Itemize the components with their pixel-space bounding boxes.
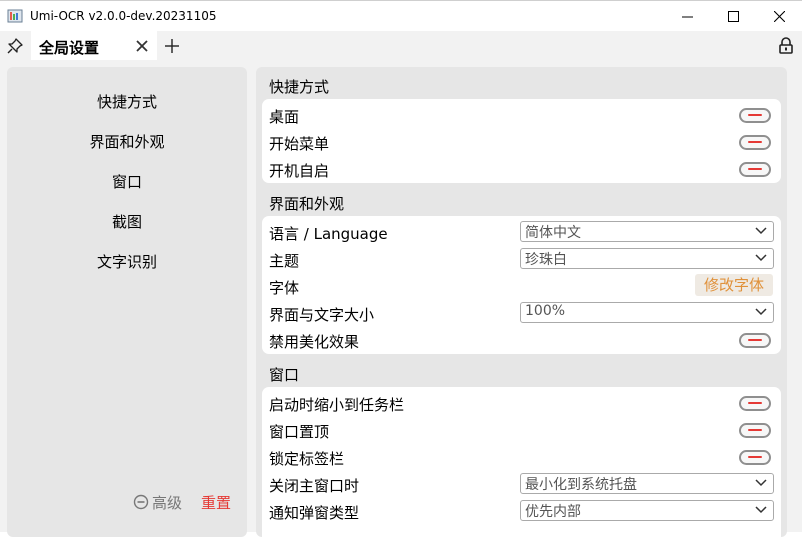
sidebar-item-window[interactable]: 窗口 [7, 167, 247, 197]
maximize-button[interactable] [710, 1, 756, 32]
tab-label: 全局设置 [39, 39, 100, 57]
pin-icon[interactable] [7, 38, 23, 54]
change-font-button[interactable]: 修改字体 [695, 274, 773, 296]
popup-type-select[interactable]: 优先内部 [520, 500, 774, 521]
minus-circle-icon [133, 494, 149, 510]
select-value: 简体中文 [525, 225, 581, 241]
tab-bar: 全局设置 [0, 31, 802, 60]
disable-effects-switch[interactable] [739, 333, 771, 348]
sidebar-item-shortcuts[interactable]: 快捷方式 [7, 87, 247, 117]
setting-row-close-action: 关闭主窗口时 最小化到系统托盘 [269, 471, 775, 497]
app-icon [7, 9, 23, 23]
setting-label: 禁用美化效果 [269, 333, 360, 351]
setting-label: 字体 [269, 279, 300, 297]
language-select[interactable]: 简体中文 [520, 221, 774, 242]
add-tab-icon[interactable] [164, 38, 180, 54]
setting-row-language: 语言 / Language 简体中文 [269, 219, 775, 245]
setting-label: 窗口置顶 [269, 423, 330, 441]
close-icon [773, 11, 785, 22]
close-action-select[interactable]: 最小化到系统托盘 [520, 473, 774, 494]
maximize-icon [727, 11, 739, 22]
setting-label: 语言 / Language [269, 225, 388, 243]
setting-label: 桌面 [269, 108, 300, 126]
settings-panel: 快捷方式 桌面 开始菜单 开机自启 界面和外观 语言 / Language 简体… [256, 67, 787, 537]
setting-row-effects: 禁用美化效果 [269, 327, 775, 353]
group-title-shortcuts: 快捷方式 [269, 78, 330, 96]
chevron-down-icon [755, 254, 767, 262]
setting-row-topmost: 窗口置顶 [269, 417, 775, 443]
reset-button[interactable]: 重置 [201, 492, 231, 513]
chevron-down-icon [755, 227, 767, 235]
minimize-on-start-switch[interactable] [739, 396, 771, 411]
setting-label: 启动时缩小到任务栏 [269, 396, 405, 414]
window-title: Umi-OCR v2.0.0-dev.20231105 [30, 9, 217, 23]
chevron-down-icon [755, 506, 767, 514]
start-menu-switch[interactable] [739, 135, 771, 150]
select-value: 最小化到系统托盘 [525, 477, 637, 493]
select-value: 珍珠白 [525, 252, 567, 268]
close-tab-icon[interactable] [135, 39, 149, 53]
setting-row-start-menu: 开始菜单 [269, 129, 775, 155]
setting-row-popup-type: 通知弹窗类型 优先内部 [269, 498, 775, 524]
sidebar-item-ocr[interactable]: 文字识别 [7, 247, 247, 277]
setting-label: 开始菜单 [269, 135, 330, 153]
lock-icon[interactable] [778, 37, 794, 54]
card-appearance: 语言 / Language 简体中文 主题 珍珠白 字体 修改字体 界面与文字大… [262, 216, 781, 354]
content-area: 快捷方式 界面和外观 窗口 截图 文字识别 高级 重置 快捷方式 桌面 开始菜单 [0, 60, 802, 537]
minimize-button[interactable] [664, 1, 710, 32]
sidebar-item-screenshot[interactable]: 截图 [7, 207, 247, 237]
select-value: 优先内部 [525, 504, 581, 520]
setting-label: 通知弹窗类型 [269, 504, 360, 522]
sidebar-item-appearance[interactable]: 界面和外观 [7, 127, 247, 157]
setting-row-scale: 界面与文字大小 100% [269, 300, 775, 326]
title-bar: Umi-OCR v2.0.0-dev.20231105 [0, 0, 802, 32]
theme-select[interactable]: 珍珠白 [520, 248, 774, 269]
scale-select[interactable]: 100% [520, 302, 774, 323]
lock-tabs-switch[interactable] [739, 450, 771, 465]
group-title-appearance: 界面和外观 [269, 195, 345, 213]
setting-label: 关闭主窗口时 [269, 477, 360, 495]
setting-row-lock-tabs: 锁定标签栏 [269, 444, 775, 470]
group-title-window: 窗口 [269, 366, 300, 384]
setting-label: 界面与文字大小 [269, 306, 375, 324]
setting-label: 主题 [269, 252, 300, 270]
setting-row-font: 字体 修改字体 [269, 273, 775, 299]
chevron-down-icon [755, 479, 767, 487]
close-window-button[interactable] [756, 1, 802, 32]
card-window: 启动时缩小到任务栏 窗口置顶 锁定标签栏 关闭主窗口时 最小化到系统托盘 通知弹… [262, 387, 781, 537]
desktop-shortcut-switch[interactable] [739, 108, 771, 123]
setting-label: 开机自启 [269, 162, 330, 180]
select-value: 100% [525, 303, 566, 319]
card-shortcuts: 桌面 开始菜单 开机自启 [262, 99, 781, 183]
topmost-switch[interactable] [739, 423, 771, 438]
advanced-label: 高级 [152, 493, 183, 512]
setting-row-desktop: 桌面 [269, 102, 775, 128]
setting-row-autostart: 开机自启 [269, 156, 775, 182]
setting-label: 锁定标签栏 [269, 450, 345, 468]
minimize-icon [681, 16, 693, 18]
advanced-toggle[interactable]: 高级 [133, 492, 182, 512]
autostart-switch[interactable] [739, 162, 771, 177]
tab-global-settings[interactable]: 全局设置 [31, 31, 157, 60]
setting-row-theme: 主题 珍珠白 [269, 246, 775, 272]
chevron-down-icon [755, 308, 767, 316]
sidebar: 快捷方式 界面和外观 窗口 截图 文字识别 高级 重置 [7, 67, 247, 537]
setting-row-minimize: 启动时缩小到任务栏 [269, 390, 775, 416]
